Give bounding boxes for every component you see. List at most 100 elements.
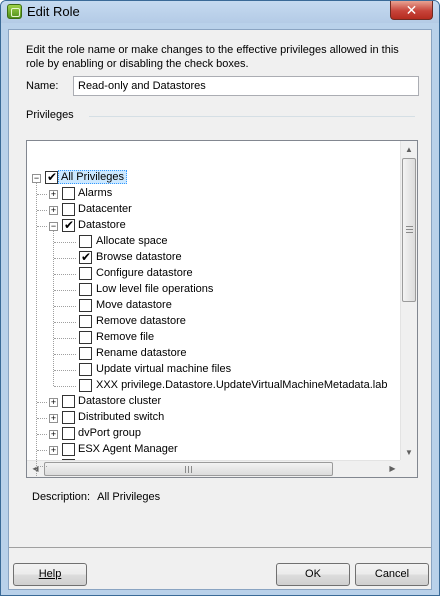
privilege-checkbox[interactable] xyxy=(79,379,92,392)
expand-icon[interactable]: + xyxy=(49,190,58,199)
tree-connector-line xyxy=(37,418,47,419)
description-value: All Privileges xyxy=(97,491,161,503)
tree-connector-line xyxy=(54,290,76,291)
privilege-checkbox[interactable] xyxy=(79,347,92,360)
tree-connector-line xyxy=(37,466,47,467)
privilege-checkbox[interactable] xyxy=(79,235,92,248)
scroll-up-arrow-icon[interactable]: ▲ xyxy=(401,141,417,158)
privilege-label[interactable]: Datacenter xyxy=(78,203,132,215)
tree-row-datastore[interactable]: − ✔ Datastore xyxy=(27,218,397,234)
tree-connector-line xyxy=(54,370,76,371)
privilege-checkbox[interactable] xyxy=(79,315,92,328)
privilege-checkbox[interactable] xyxy=(79,331,92,344)
privilege-label[interactable]: Distributed switch xyxy=(78,411,164,423)
tree-row-dvport-group[interactable]: + dvPort group xyxy=(27,426,397,442)
collapse-icon[interactable]: − xyxy=(49,222,58,231)
grip-line xyxy=(188,466,189,473)
privilege-label[interactable]: Move datastore xyxy=(96,299,172,311)
tree-row-datacenter[interactable]: + Datacenter xyxy=(27,202,397,218)
privilege-checkbox[interactable] xyxy=(79,283,92,296)
tree-row-distributed-switch[interactable]: + Distributed switch xyxy=(27,410,397,426)
privileges-label: Privileges xyxy=(26,109,74,121)
privilege-label[interactable]: Datastore cluster xyxy=(78,395,161,407)
privilege-label[interactable]: dvPort group xyxy=(78,427,141,439)
privilege-checkbox[interactable] xyxy=(79,267,92,280)
vertical-scrollbar[interactable]: ▲ ▼ xyxy=(400,141,417,461)
tree-row-alarms[interactable]: + Alarms xyxy=(27,186,397,202)
privilege-label[interactable]: Rename datastore xyxy=(96,347,187,359)
tree-row-configure-datastore[interactable]: Configure datastore xyxy=(27,266,397,282)
privilege-label[interactable]: Configure datastore xyxy=(96,267,193,279)
tree-row-update-virtual-machine-files[interactable]: Update virtual machine files xyxy=(27,362,397,378)
tree-row-remove-file[interactable]: Remove file xyxy=(27,330,397,346)
checkmark-icon: ✔ xyxy=(47,170,58,184)
tree-row-allocate-space[interactable]: Allocate space xyxy=(27,234,397,250)
tree-row-rename-datastore[interactable]: Rename datastore xyxy=(27,346,397,362)
tree-row-esx-agent-manager[interactable]: + ESX Agent Manager xyxy=(27,442,397,458)
tree-row-low-level-file-operations[interactable]: Low level file operations xyxy=(27,282,397,298)
privilege-label[interactable]: Alarms xyxy=(78,187,112,199)
privilege-label[interactable]: All Privileges xyxy=(58,170,127,184)
scroll-right-arrow-icon[interactable]: ▶ xyxy=(384,461,401,477)
horizontal-scrollbar[interactable]: ◀ ▶ xyxy=(27,460,401,477)
expand-icon[interactable]: + xyxy=(49,398,58,407)
privilege-label[interactable]: Remove datastore xyxy=(96,315,186,327)
description-label: Description: xyxy=(32,491,91,503)
privileges-tree[interactable]: +Folder+Extension+ESX Agent Manager+dvPo… xyxy=(26,140,418,478)
grip-line xyxy=(191,466,192,473)
privilege-label[interactable]: Low level file operations xyxy=(96,283,213,295)
title-bar[interactable]: Edit Role ✕ xyxy=(1,1,439,23)
privilege-checkbox[interactable] xyxy=(62,411,75,424)
privilege-checkbox[interactable] xyxy=(62,395,75,408)
role-name-input[interactable] xyxy=(73,76,419,96)
expand-icon[interactable]: + xyxy=(49,206,58,215)
checkmark-icon: ✔ xyxy=(81,250,92,264)
tree-row-browse-datastore[interactable]: ✔ Browse datastore xyxy=(27,250,397,266)
tree-connector-line xyxy=(53,231,54,386)
edit-role-dialog: Edit Role ✕ Edit the role name or make c… xyxy=(0,0,440,596)
privilege-label[interactable]: XXX privilege.Datastore.UpdateVirtualMac… xyxy=(96,379,387,391)
expand-icon[interactable]: + xyxy=(49,414,58,423)
scroll-down-arrow-icon[interactable]: ▼ xyxy=(401,444,417,461)
tree-row-remove-datastore[interactable]: Remove datastore xyxy=(27,314,397,330)
privilege-checkbox[interactable] xyxy=(79,299,92,312)
vertical-scroll-thumb[interactable] xyxy=(402,158,416,302)
checkmark-icon: ✔ xyxy=(64,218,75,232)
tree-connector-line xyxy=(37,194,47,195)
grip-line xyxy=(406,229,413,230)
privilege-checkbox[interactable]: ✔ xyxy=(45,170,58,184)
tree-connector-line xyxy=(37,402,47,403)
privilege-checkbox[interactable] xyxy=(62,443,75,456)
privilege-label[interactable]: Datastore xyxy=(78,219,126,231)
privilege-checkbox[interactable] xyxy=(79,363,92,376)
privilege-checkbox[interactable] xyxy=(62,427,75,440)
privilege-label[interactable]: Update virtual machine files xyxy=(96,363,231,375)
privilege-checkbox[interactable]: ✔ xyxy=(79,250,92,264)
tree-row-all-privileges[interactable]: − ✔ All Privileges xyxy=(27,170,397,186)
tree-connector-line xyxy=(54,274,76,275)
collapse-icon[interactable]: − xyxy=(32,174,41,183)
ok-button[interactable]: OK xyxy=(276,563,350,586)
tree-row-move-datastore[interactable]: Move datastore xyxy=(27,298,397,314)
privilege-label[interactable]: ESX Agent Manager xyxy=(78,443,178,455)
expand-icon[interactable]: + xyxy=(49,430,58,439)
help-button-label: Help xyxy=(38,568,62,580)
tree-connector-line xyxy=(54,354,76,355)
close-button[interactable]: ✕ xyxy=(390,1,433,20)
privilege-label[interactable]: Allocate space xyxy=(96,235,168,247)
privilege-label[interactable]: Remove file xyxy=(96,331,154,343)
privilege-label[interactable]: Browse datastore xyxy=(96,251,182,263)
description-line: Description: All Privileges xyxy=(32,491,160,503)
privilege-checkbox[interactable] xyxy=(62,203,75,216)
horizontal-scroll-thumb[interactable] xyxy=(44,462,333,476)
privileges-separator xyxy=(89,116,415,117)
cancel-button[interactable]: Cancel xyxy=(355,563,429,586)
privilege-checkbox[interactable]: ✔ xyxy=(62,218,75,232)
tree-connector-line xyxy=(54,386,76,387)
help-button[interactable]: Help xyxy=(13,563,87,586)
privilege-checkbox[interactable] xyxy=(62,187,75,200)
tree-row-xxx-privilege-datastore-updatevirtualmachinemetadata-lab[interactable]: XXX privilege.Datastore.UpdateVirtualMac… xyxy=(27,378,397,394)
tree-row-datastore-cluster[interactable]: + Datastore cluster xyxy=(27,394,397,410)
expand-icon[interactable]: + xyxy=(49,446,58,455)
tree-connector-line xyxy=(54,338,76,339)
